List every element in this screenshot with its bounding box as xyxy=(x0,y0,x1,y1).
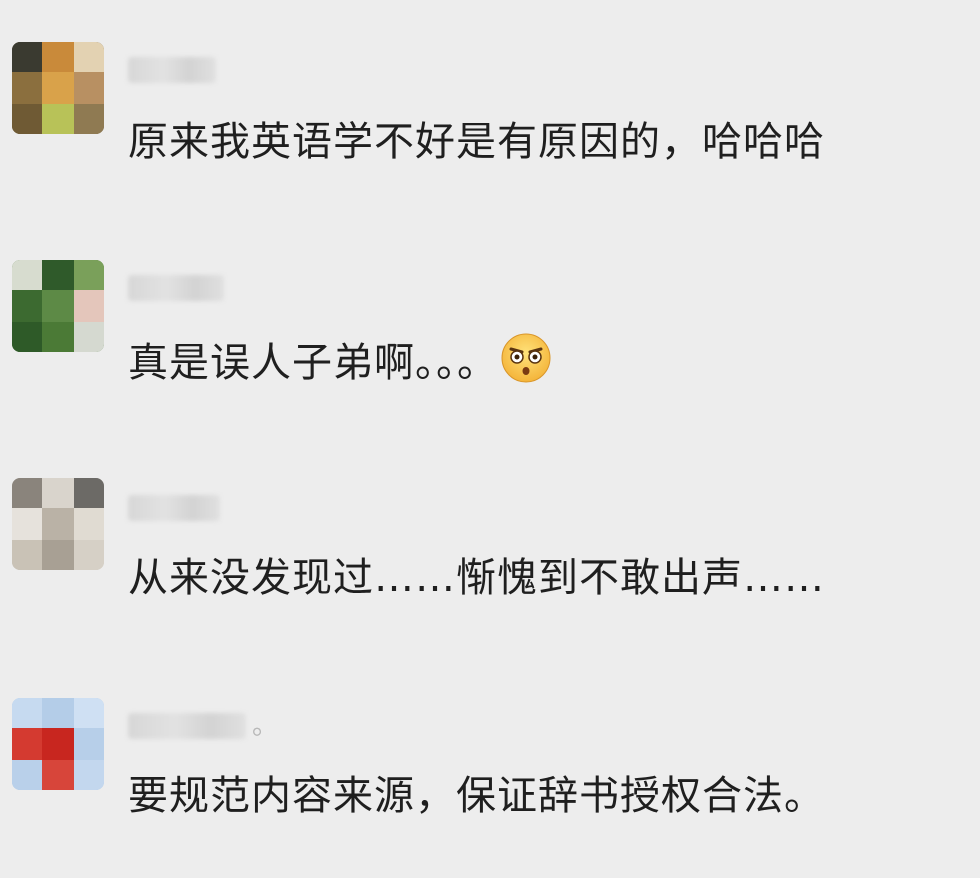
comment-text: 要规范内容来源，保证辞书授权合法。 xyxy=(128,773,825,819)
avatar[interactable] xyxy=(12,478,104,570)
commenter-name-blurred[interactable] xyxy=(128,486,220,530)
comment-text: 原来我英语学不好是有原因的，哈哈哈 xyxy=(128,119,825,165)
comment-text: 真是误人子弟啊。。。 xyxy=(128,332,552,389)
shocked-face-emoji-icon xyxy=(500,332,552,384)
commenter-name-suffix: 。 xyxy=(252,711,279,741)
commenter-name-blurred[interactable]: 。 xyxy=(128,704,278,748)
avatar[interactable] xyxy=(12,698,104,790)
comment-text-content: 真是误人子弟啊。。。 xyxy=(128,340,498,386)
avatar[interactable] xyxy=(12,42,104,134)
comment-text: 从来没发现过……惭愧到不敢出声…… xyxy=(128,555,825,601)
avatar[interactable] xyxy=(12,260,104,352)
commenter-name-blurred[interactable] xyxy=(128,266,224,310)
commenter-name-blurred[interactable] xyxy=(128,48,216,92)
